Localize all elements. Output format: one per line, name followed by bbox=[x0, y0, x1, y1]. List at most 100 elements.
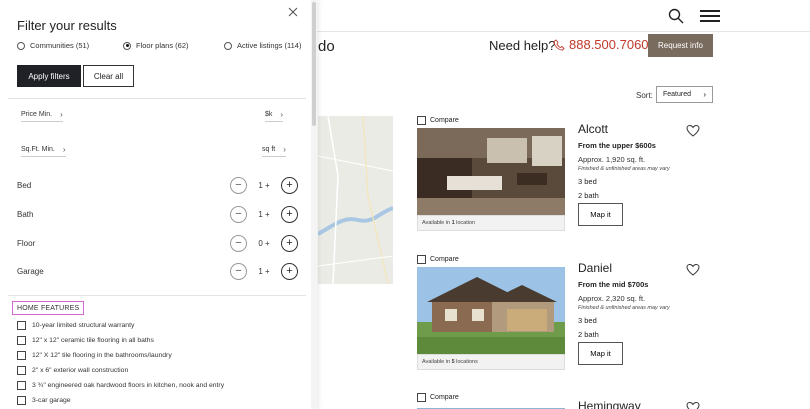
compare-label: Compare bbox=[430, 256, 459, 263]
listing-photo[interactable] bbox=[417, 405, 565, 409]
floor-stepper: − 0 + + bbox=[230, 235, 298, 252]
chevron-right-icon: › bbox=[280, 110, 284, 119]
bed-label: Bed bbox=[17, 181, 32, 190]
tab-communities[interactable]: Communities (51) bbox=[17, 41, 89, 50]
chevron-right-icon: › bbox=[703, 90, 706, 99]
compare-label: Compare bbox=[430, 394, 459, 401]
tab-floor-plans[interactable]: Floor plans (62) bbox=[123, 41, 189, 50]
listing-sqft: Approx. 2,320 sq. ft. bbox=[578, 294, 646, 303]
bed-value: 1 + bbox=[258, 181, 270, 190]
filter-title: Filter your results bbox=[17, 18, 117, 33]
map-graphic bbox=[318, 116, 393, 284]
garage-label: Garage bbox=[17, 267, 44, 276]
tab-active-listings[interactable]: Active listings (114) bbox=[224, 41, 301, 50]
plus-icon[interactable]: + bbox=[281, 235, 298, 252]
feature-label: 12" x 12" ceramic tile flooring in all b… bbox=[32, 337, 154, 344]
sqft-min-select[interactable]: Sq.Ft. Min. › bbox=[21, 143, 66, 157]
price-min-label: Price Min. bbox=[21, 111, 53, 118]
radio-active-listings[interactable] bbox=[224, 41, 232, 50]
page-heading-fragment: do bbox=[318, 38, 335, 55]
minus-icon[interactable]: − bbox=[230, 206, 247, 223]
minus-icon[interactable]: − bbox=[230, 263, 247, 280]
sort-label: Sort: bbox=[636, 91, 653, 100]
listing-photo[interactable] bbox=[417, 267, 565, 354]
feature-label: 3 ¾" engineered oak hardwood floors in k… bbox=[32, 382, 225, 389]
need-help-text: Need help? bbox=[489, 38, 556, 53]
listing-name[interactable]: Daniel bbox=[578, 261, 612, 275]
garage-value: 1 + bbox=[258, 267, 270, 276]
bath-label: Bath bbox=[17, 210, 34, 219]
compare-label: Compare bbox=[430, 117, 459, 124]
compare-checkbox[interactable]: Compare bbox=[417, 393, 459, 402]
close-icon[interactable] bbox=[288, 7, 298, 17]
floor-value: 0 + bbox=[258, 239, 270, 248]
filter-panel: Filter your results Communities (51) Flo… bbox=[0, 0, 317, 409]
map-it-button[interactable]: Map it bbox=[578, 203, 623, 226]
favorite-heart-icon[interactable] bbox=[686, 263, 700, 277]
feature-label: 12" X 12" tile flooring in the bathrooms… bbox=[32, 352, 172, 359]
listing-baths: 2 bath bbox=[578, 330, 599, 339]
favorite-heart-icon[interactable] bbox=[686, 401, 700, 409]
floor-label: Floor bbox=[17, 239, 36, 248]
plus-icon[interactable]: + bbox=[281, 263, 298, 280]
sqft-unit-label: sq ft bbox=[262, 146, 276, 153]
sort-select[interactable]: Featured › bbox=[656, 86, 713, 103]
phone-link[interactable]: 888.500.7060 bbox=[553, 37, 649, 52]
map-it-button[interactable]: Map it bbox=[578, 342, 623, 365]
hamburger-menu-icon[interactable] bbox=[700, 10, 720, 22]
listing-name[interactable]: Alcott bbox=[578, 122, 608, 136]
phone-icon bbox=[553, 38, 565, 50]
feature-label: 10-year limited structural warranty bbox=[32, 322, 135, 329]
feature-checkbox[interactable]: 12" x 12" ceramic tile flooring in all b… bbox=[17, 336, 154, 345]
search-icon[interactable] bbox=[668, 8, 684, 24]
listing-beds: 3 bed bbox=[578, 316, 597, 325]
chevron-right-icon: › bbox=[62, 145, 66, 154]
phone-number: 888.500.7060 bbox=[569, 37, 649, 52]
map-view[interactable] bbox=[318, 116, 393, 284]
feature-label: 3-car garage bbox=[32, 397, 71, 404]
garage-stepper: − 1 + + bbox=[230, 263, 298, 280]
availability-text: Available in 1 location bbox=[417, 215, 565, 231]
sqft-unit-select[interactable]: sq ft › bbox=[262, 143, 286, 157]
price-min-select[interactable]: Price Min. › bbox=[21, 108, 63, 122]
scrollbar-thumb[interactable] bbox=[312, 2, 316, 126]
price-unit-select[interactable]: $k › bbox=[265, 108, 284, 122]
compare-checkbox[interactable]: Compare bbox=[417, 255, 459, 264]
listing-photo[interactable] bbox=[417, 128, 565, 215]
feature-checkbox[interactable]: 3-car garage bbox=[17, 396, 71, 405]
listing-note: Finished & unfinished areas may vary bbox=[578, 305, 670, 311]
chevron-right-icon: › bbox=[60, 110, 63, 119]
feature-label: 2" x 6" exterior wall construction bbox=[32, 367, 129, 374]
feature-checkbox[interactable]: 10-year limited structural warranty bbox=[17, 321, 134, 330]
feature-checkbox[interactable]: 12" X 12" tile flooring in the bathrooms… bbox=[17, 351, 172, 360]
listing-beds: 3 bed bbox=[578, 177, 597, 186]
minus-icon[interactable]: − bbox=[230, 235, 247, 252]
listing-name[interactable]: Hemingway bbox=[578, 399, 641, 409]
plus-icon[interactable]: + bbox=[281, 206, 298, 223]
divider bbox=[8, 98, 306, 99]
radio-floor-plans[interactable] bbox=[123, 41, 131, 50]
bath-stepper: − 1 + + bbox=[230, 206, 298, 223]
feature-checkbox[interactable]: 2" x 6" exterior wall construction bbox=[17, 366, 128, 375]
apply-filters-button[interactable]: Apply filters bbox=[17, 65, 81, 87]
minus-icon[interactable]: − bbox=[230, 177, 247, 194]
sort-value: Featured bbox=[663, 91, 692, 98]
chevron-right-icon: › bbox=[283, 145, 286, 154]
favorite-heart-icon[interactable] bbox=[686, 124, 700, 138]
divider bbox=[8, 295, 306, 296]
bed-stepper: − 1 + + bbox=[230, 177, 298, 194]
listing-note: Finished & unfinished areas may vary bbox=[578, 166, 670, 172]
tab-label: Communities (51) bbox=[30, 41, 90, 50]
plus-icon[interactable]: + bbox=[281, 177, 298, 194]
radio-communities[interactable] bbox=[17, 41, 25, 50]
feature-checkbox[interactable]: 3 ¾" engineered oak hardwood floors in k… bbox=[17, 381, 224, 390]
request-info-button[interactable]: Request info bbox=[648, 34, 713, 57]
sqft-min-label: Sq.Ft. Min. bbox=[21, 146, 55, 153]
bath-value: 1 + bbox=[258, 210, 270, 219]
availability-text: Available in 5 locations bbox=[417, 354, 565, 370]
tab-label: Active listings (114) bbox=[237, 41, 302, 50]
clear-all-button[interactable]: Clear all bbox=[83, 65, 134, 87]
compare-checkbox[interactable]: Compare bbox=[417, 116, 459, 125]
listing-price: From the mid $700s bbox=[578, 280, 649, 289]
listing-price: From the upper $600s bbox=[578, 141, 656, 150]
